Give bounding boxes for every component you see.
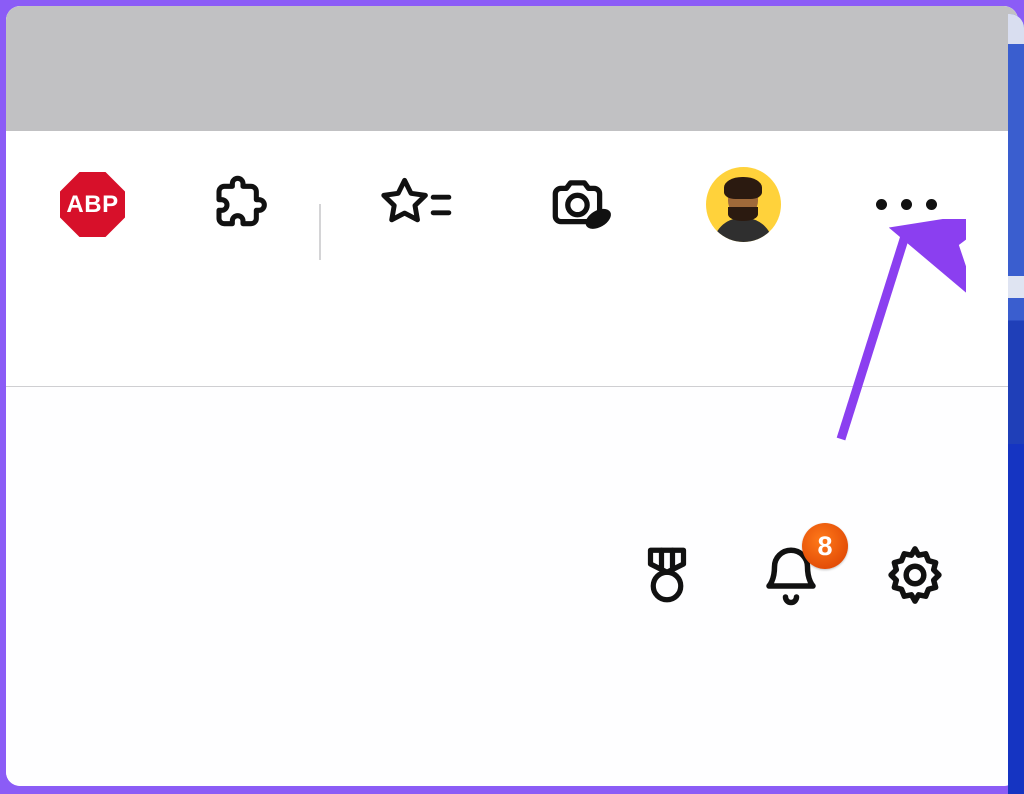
browser-window: ABP bbox=[6, 6, 1018, 786]
profile-avatar-icon bbox=[706, 167, 781, 242]
abp-extension-button[interactable]: ABP bbox=[60, 172, 125, 237]
tab-strip bbox=[6, 6, 1018, 131]
favorites-star-icon bbox=[376, 173, 454, 237]
screenshot-button[interactable] bbox=[547, 174, 619, 236]
favorites-button[interactable] bbox=[376, 173, 454, 237]
notifications-button[interactable]: 8 bbox=[758, 542, 824, 608]
abp-label: ABP bbox=[66, 191, 118, 219]
screenshot-camera-icon bbox=[547, 174, 619, 236]
toolbar-divider bbox=[319, 204, 321, 260]
profile-button[interactable] bbox=[706, 167, 781, 242]
more-menu-button[interactable] bbox=[876, 199, 937, 210]
notification-badge: 8 bbox=[802, 523, 848, 569]
browser-toolbar: ABP bbox=[6, 131, 1018, 387]
medal-icon bbox=[634, 542, 700, 608]
settings-button[interactable] bbox=[882, 542, 948, 608]
abp-icon: ABP bbox=[60, 172, 125, 237]
notification-count: 8 bbox=[817, 531, 832, 562]
rewards-button[interactable] bbox=[634, 542, 700, 608]
puzzle-piece-icon bbox=[211, 173, 275, 237]
window-edge-strip bbox=[1008, 14, 1024, 780]
page-content: 8 bbox=[6, 387, 1018, 786]
more-menu-icon bbox=[876, 199, 937, 210]
extensions-button[interactable] bbox=[211, 173, 275, 237]
gear-icon bbox=[882, 542, 948, 608]
